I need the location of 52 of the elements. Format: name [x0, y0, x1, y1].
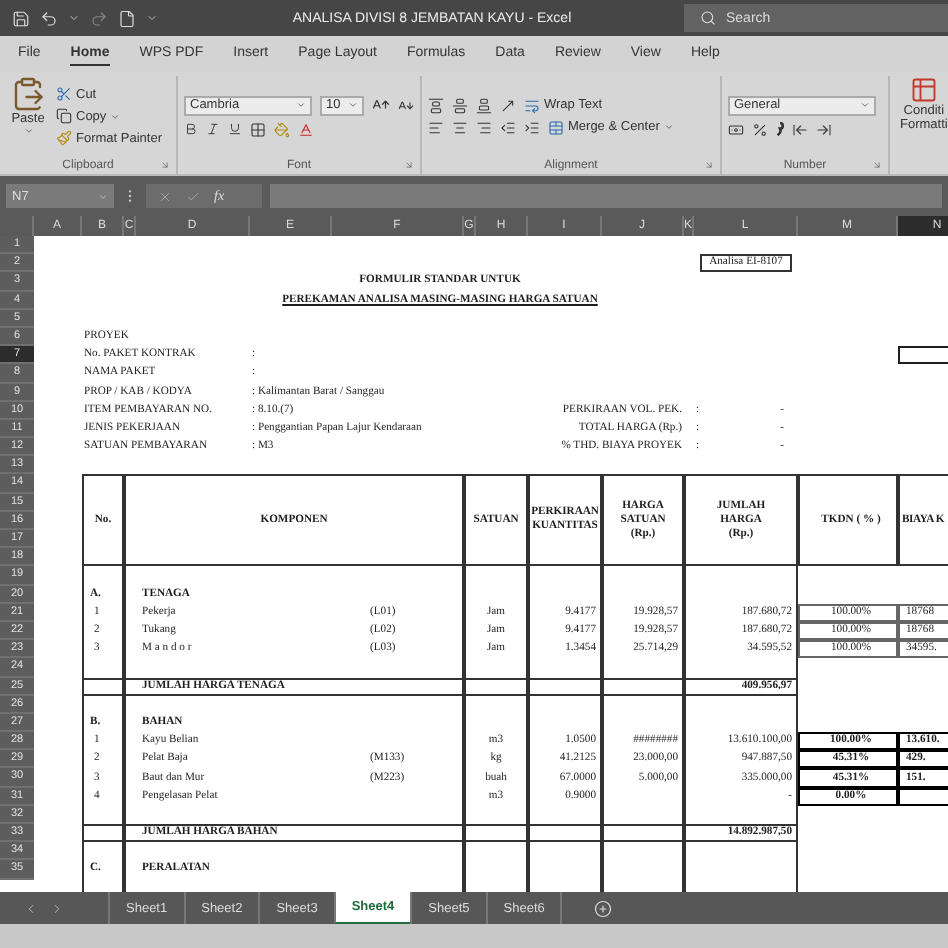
undo-icon[interactable] — [40, 9, 58, 27]
scissors-icon — [56, 86, 72, 102]
underline-icon[interactable] — [228, 122, 242, 136]
previous-sheet-icon[interactable] — [24, 901, 38, 915]
redo-icon[interactable] — [90, 9, 108, 27]
comma-style-icon[interactable] — [776, 122, 784, 136]
formula-input[interactable] — [270, 184, 942, 208]
check-icon[interactable] — [186, 189, 200, 203]
caret-icon — [110, 111, 121, 121]
next-sheet-icon[interactable] — [50, 901, 64, 915]
caret-icon — [348, 100, 358, 110]
fill-color-icon[interactable] — [274, 121, 290, 137]
currency-icon[interactable] — [728, 121, 744, 137]
dialog-launcher-icon[interactable] — [704, 160, 714, 170]
align-center-icon[interactable] — [452, 119, 468, 135]
customize-caret-icon[interactable] — [146, 12, 158, 24]
caret-icon[interactable] — [68, 12, 80, 24]
percent-icon[interactable] — [752, 121, 768, 137]
caret-icon — [663, 122, 674, 132]
bold-icon[interactable] — [184, 122, 198, 136]
caret-icon — [23, 126, 33, 136]
paintbrush-icon — [56, 130, 72, 146]
caret-icon — [296, 100, 306, 110]
align-right-icon[interactable] — [476, 119, 492, 135]
top-align-icon[interactable] — [428, 97, 444, 113]
decrease-indent-icon[interactable] — [500, 119, 516, 135]
increase-decimal-icon[interactable] — [792, 121, 808, 137]
save-icon[interactable] — [12, 9, 30, 27]
caret-icon — [98, 191, 108, 201]
font-color-icon[interactable] — [298, 121, 314, 137]
italic-icon[interactable] — [206, 122, 220, 136]
merge-cells-icon — [548, 119, 564, 135]
borders-icon[interactable] — [250, 121, 266, 137]
dialog-launcher-icon[interactable] — [872, 160, 882, 170]
shrink-font-icon[interactable] — [398, 97, 414, 113]
dialog-launcher-icon[interactable] — [160, 160, 170, 170]
search-icon — [700, 10, 716, 26]
decrease-decimal-icon[interactable] — [816, 121, 832, 137]
wrap-icon — [524, 97, 540, 113]
add-sheet-icon[interactable] — [594, 899, 613, 917]
increase-indent-icon[interactable] — [524, 119, 540, 135]
middle-align-icon[interactable] — [452, 97, 468, 113]
clipboard-icon — [10, 76, 46, 112]
bottom-align-icon[interactable] — [476, 97, 492, 113]
diagonal-arrow-icon[interactable] — [500, 97, 516, 113]
caret-icon — [860, 100, 870, 110]
grow-font-icon[interactable] — [372, 96, 390, 114]
dialog-launcher-icon[interactable] — [404, 160, 414, 170]
table-icon — [909, 76, 938, 104]
copy-icon — [56, 108, 72, 124]
align-left-icon[interactable] — [428, 119, 444, 135]
new-file-icon[interactable] — [118, 9, 136, 27]
